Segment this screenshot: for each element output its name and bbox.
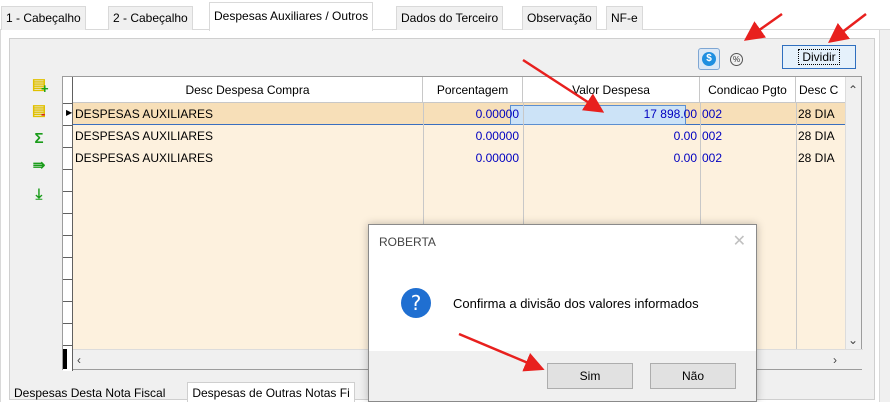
dialog-message: Confirma a divisão dos valores informado…	[453, 296, 699, 311]
vertical-scrollbar[interactable]: ⌃ ⌄	[845, 77, 861, 349]
bottom-tab-bar: Despesas Desta Nota Fiscal Despesas de O…	[14, 382, 374, 402]
confirm-dialog: ROBERTA ✕ ? Confirma a divisão dos valor…	[368, 224, 757, 402]
tab-nfe[interactable]: NF-e	[606, 6, 643, 30]
scroll-down-icon[interactable]: ⌄	[848, 333, 858, 347]
download-icon[interactable]: ⤓	[30, 186, 48, 204]
table-row-desc[interactable]: DESPESAS AUXILIARES	[75, 147, 415, 169]
col-header-valor[interactable]: Valor Despesa	[523, 77, 700, 103]
table-row-valor[interactable]: 17 898.00	[525, 103, 697, 125]
table-row-cond[interactable]: 002	[702, 147, 794, 169]
dialog-footer: Sim Não	[369, 351, 756, 401]
current-row-marker-icon: ▶	[66, 108, 73, 117]
frozen-column-marker	[63, 349, 67, 369]
table-row-pct[interactable]: 0.00000	[425, 147, 519, 169]
remove-row-icon[interactable]: ▤ -	[30, 102, 48, 121]
col-header-condicao[interactable]: Condicao Pgto	[700, 77, 796, 103]
sim-button[interactable]: Sim	[547, 363, 633, 389]
tab-despesas-auxiliares[interactable]: Despesas Auxiliares / Outros	[209, 2, 374, 31]
dividir-label: Dividir	[798, 49, 840, 65]
tab-cabecalho-2[interactable]: 2 - Cabeçalho	[108, 6, 193, 30]
col-header-porcentagem[interactable]: Porcentagem	[423, 77, 523, 103]
percent-button[interactable]: %	[725, 48, 747, 70]
add-row-icon[interactable]: ▤ +	[30, 76, 49, 96]
table-row-pct[interactable]: 0.00000	[425, 125, 519, 147]
tab-despesas-desta-nota[interactable]: Despesas Desta Nota Fiscal	[14, 382, 184, 400]
tab-despesas-outras-notas[interactable]: Despesas de Outras Notas Fi	[187, 382, 355, 402]
tab-observacao[interactable]: Observação	[522, 6, 597, 30]
table-row-valor[interactable]: 0.00	[525, 125, 697, 147]
currency-coin-icon: $	[702, 52, 716, 66]
table-row-cond[interactable]: 002	[702, 125, 794, 147]
dialog-title: ROBERTA	[379, 235, 436, 249]
table-row-valor[interactable]: 0.00	[525, 147, 697, 169]
sum-icon[interactable]: Σ	[30, 130, 48, 148]
tab-dados-terceiro[interactable]: Dados do Terceiro	[396, 6, 504, 30]
scroll-right-icon[interactable]: ›	[833, 353, 837, 367]
table-row-pct[interactable]: 0.00000	[425, 103, 519, 125]
table-row-descc[interactable]: 28 DIA	[798, 103, 846, 125]
question-icon: ?	[401, 288, 431, 318]
tab-cabecalho-1[interactable]: 1 - Cabeçalho	[1, 6, 86, 30]
row-indicator-column: ▶	[63, 77, 73, 371]
currency-button[interactable]: $	[698, 48, 720, 70]
col-header-desc[interactable]: Desc Despesa Compra	[73, 77, 423, 103]
table-row-descc[interactable]: 28 DIA	[798, 147, 846, 169]
percent-icon: %	[730, 53, 743, 66]
table-row-desc[interactable]: DESPESAS AUXILIARES	[75, 103, 415, 125]
table-row-cond[interactable]: 002	[702, 103, 794, 125]
close-icon[interactable]: ✕	[733, 231, 746, 251]
tab-bar: 1 - Cabeçalho 2 - Cabeçalho Despesas Aux…	[0, 0, 890, 31]
scroll-up-icon[interactable]: ⌃	[848, 83, 858, 97]
table-row-desc[interactable]: DESPESAS AUXILIARES	[75, 125, 415, 147]
col-header-descc[interactable]: Desc C	[796, 77, 847, 103]
export-icon[interactable]: ⇛	[30, 157, 48, 175]
app-window: 1 - Cabeçalho 2 - Cabeçalho Despesas Aux…	[0, 0, 890, 402]
nao-button[interactable]: Não	[650, 363, 736, 389]
scroll-left-icon[interactable]: ‹	[77, 353, 81, 367]
table-row-descc[interactable]: 28 DIA	[798, 125, 846, 147]
dividir-button[interactable]: Dividir	[782, 45, 856, 69]
